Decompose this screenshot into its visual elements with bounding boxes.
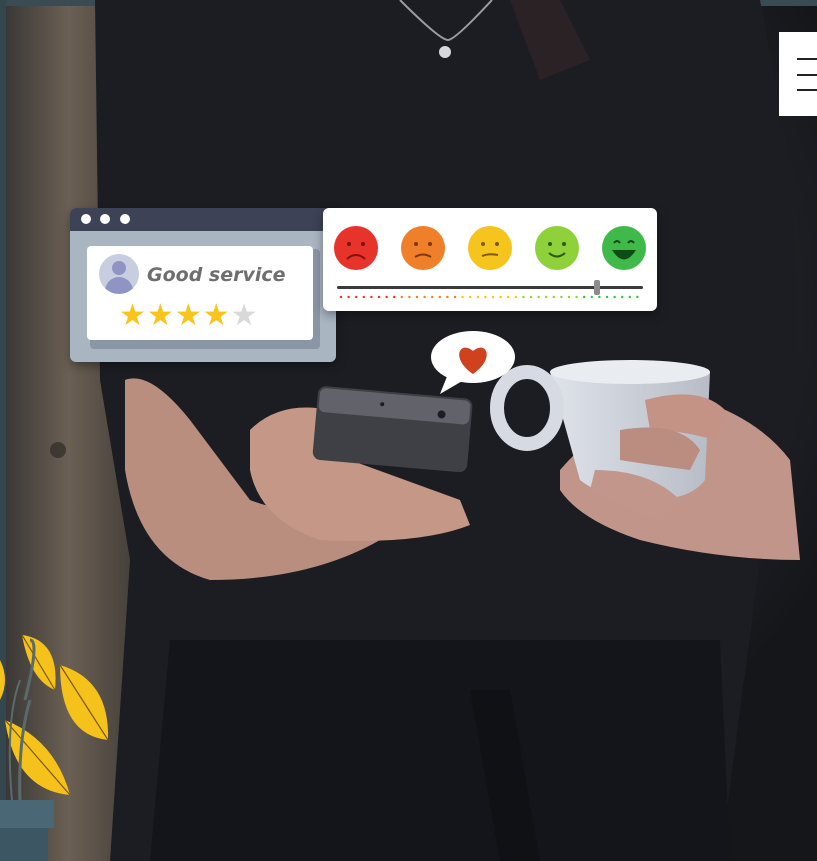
star-filled-icon[interactable]: ★ — [147, 301, 174, 331]
review-content: Good service ★★★★★ — [87, 246, 313, 340]
satisfaction-rating-card — [323, 208, 657, 311]
star-filled-icon[interactable]: ★ — [203, 301, 230, 331]
hamburger-menu-icon — [797, 58, 817, 60]
review-text: Good service — [147, 264, 286, 286]
satisfaction-gradient-dots — [339, 295, 639, 299]
window-titlebar — [70, 208, 336, 231]
background-photo — [0, 0, 817, 861]
user-avatar-icon — [99, 254, 139, 294]
star-empty-icon[interactable]: ★ — [231, 301, 258, 331]
very-satisfied-face-icon[interactable] — [601, 225, 647, 271]
very-dissatisfied-face-icon[interactable] — [333, 225, 379, 271]
dissatisfied-face-icon[interactable] — [400, 225, 446, 271]
menu-line — [797, 74, 817, 76]
star-filled-icon[interactable]: ★ — [119, 301, 146, 331]
star-filled-icon[interactable]: ★ — [175, 301, 202, 331]
satisfied-face-icon[interactable] — [534, 225, 580, 271]
review-card: Good service ★★★★★ — [70, 208, 336, 362]
menu-line — [797, 89, 817, 91]
hero-scene: Good service ★★★★★ — [0, 0, 817, 861]
hamburger-menu-button[interactable] — [779, 32, 817, 116]
window-dot-icon — [100, 214, 110, 224]
window-dot-icon — [120, 214, 130, 224]
neutral-face-icon[interactable] — [467, 225, 513, 271]
satisfaction-slider-thumb[interactable] — [594, 280, 601, 295]
star-rating: ★★★★★ — [119, 301, 259, 331]
heart-speech-bubble-icon — [431, 331, 515, 394]
window-dot-icon — [81, 214, 91, 224]
